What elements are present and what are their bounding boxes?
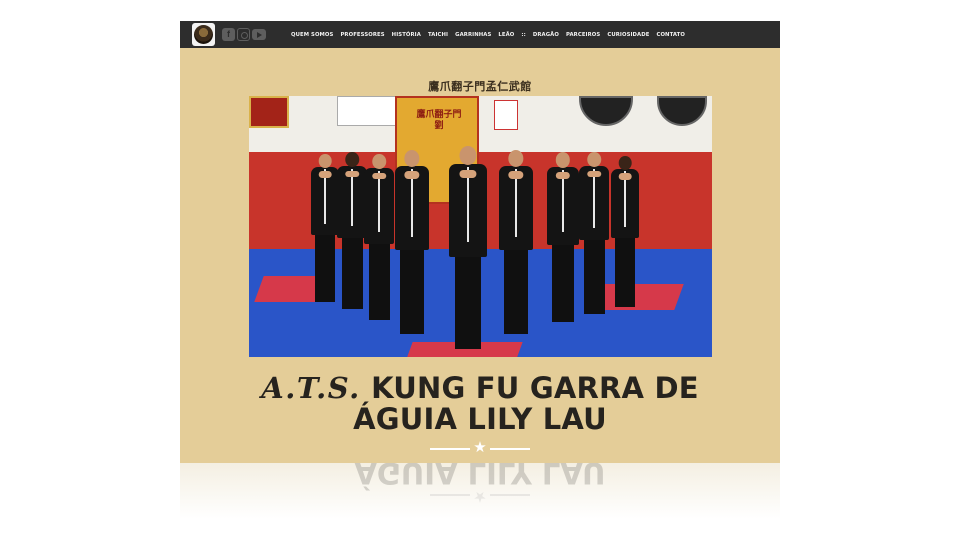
- banner-text: 鷹爪翻子門 劉: [416, 110, 462, 131]
- student-pants: [615, 238, 635, 308]
- top-navigation-bar: f QUEM SOMOS PROFESSORES HISTÓRIA TAICHI…: [180, 21, 780, 48]
- uniform-trim: [378, 170, 380, 232]
- divider-line-left: [430, 448, 470, 450]
- star-icon: ★: [473, 439, 487, 456]
- reflection-content: ★ ÁGUIA LILY LAU: [180, 463, 780, 505]
- student-hands: [618, 173, 632, 180]
- student-hands: [508, 171, 524, 179]
- student-pants: [315, 234, 335, 302]
- reflection-divider-line: [490, 494, 530, 496]
- uniform-trim: [467, 166, 469, 242]
- uniform-trim: [624, 171, 626, 228]
- nav-quem-somos[interactable]: QUEM SOMOS: [291, 32, 333, 38]
- reflection-title: ÁGUIA LILY LAU: [180, 463, 780, 490]
- school-logo[interactable]: [192, 23, 215, 46]
- student-hands: [404, 171, 420, 179]
- student-hands: [318, 171, 332, 178]
- student-pants: [341, 237, 363, 310]
- student-hands: [587, 170, 601, 178]
- student-figure: [395, 150, 429, 350]
- title-line-2: ÁGUIA LILY LAU: [353, 402, 607, 436]
- nav-dragao[interactable]: DRAGÃO: [533, 32, 559, 38]
- student-pants: [551, 244, 575, 322]
- photo-white-wall: [249, 96, 712, 152]
- reflection-star-icon: ★: [473, 488, 487, 505]
- reflection-divider: ★: [180, 488, 780, 505]
- student-head: [555, 152, 571, 168]
- student-figure: [547, 152, 579, 336]
- title-divider: ★: [180, 439, 780, 456]
- nav-professores[interactable]: PROFESSORES: [340, 32, 384, 38]
- student-head: [372, 154, 386, 169]
- student-figure: [449, 146, 487, 357]
- nav-contato[interactable]: CONTATO: [656, 32, 685, 38]
- uniform-trim: [593, 168, 595, 229]
- student-figure: [499, 150, 533, 350]
- student-head: [618, 156, 632, 170]
- reflection-title-line-2: ÁGUIA LILY LAU: [354, 463, 606, 490]
- student-head: [345, 152, 359, 167]
- student-head: [587, 152, 601, 167]
- hero-group-photo: 鷹爪翻子門 劉: [249, 96, 712, 357]
- student-hands: [459, 169, 477, 178]
- student-pants: [454, 256, 482, 350]
- nav-taichi[interactable]: TAICHI: [428, 32, 448, 38]
- uniform-trim: [562, 169, 564, 233]
- photo-red-wall-panel: [249, 96, 289, 128]
- facebook-icon[interactable]: f: [222, 28, 235, 41]
- student-head: [459, 146, 477, 165]
- student-pants: [400, 250, 424, 335]
- page-reflection: ★ ÁGUIA LILY LAU: [180, 463, 780, 519]
- website-frame: f QUEM SOMOS PROFESSORES HISTÓRIA TAICHI…: [180, 21, 780, 463]
- student-head: [318, 154, 332, 168]
- logo-emblem-icon: [194, 25, 213, 44]
- reflection-divider-line: [430, 494, 470, 496]
- student-figure: [579, 152, 609, 328]
- uniform-trim: [324, 169, 326, 224]
- nav-curiosidade[interactable]: CURIOSIDADE: [607, 32, 649, 38]
- uniform-trim: [515, 168, 517, 237]
- student-head: [508, 150, 524, 167]
- student-hands: [345, 170, 359, 178]
- nav-leao[interactable]: LEÃO: [498, 32, 514, 38]
- student-pants: [583, 240, 605, 315]
- page-title: A.T.S. KUNG FU GARRA DE ÁGUIA LILY LAU: [180, 373, 780, 435]
- nav-garrinhas[interactable]: GARRINHAS: [455, 32, 491, 38]
- instagram-icon[interactable]: [237, 28, 250, 41]
- divider-line-right: [490, 448, 530, 450]
- student-hands: [372, 172, 386, 180]
- student-figure: [337, 152, 367, 322]
- photo-wall-sign: [494, 100, 518, 130]
- student-pants: [368, 244, 390, 320]
- main-menu: QUEM SOMOS PROFESSORES HISTÓRIA TAICHI G…: [291, 21, 685, 48]
- student-figure: [364, 154, 394, 334]
- title-line-1: KUNG FU GARRA DE: [371, 371, 699, 405]
- nav-parceiros[interactable]: PARCEIROS: [566, 32, 600, 38]
- student-head: [404, 150, 420, 167]
- chinese-school-name: 鷹爪翻子門孟仁武館: [428, 80, 532, 93]
- title-ats-brush-text: A.T.S.: [261, 371, 361, 405]
- uniform-trim: [411, 168, 413, 237]
- nav-historia[interactable]: HISTÓRIA: [392, 32, 421, 38]
- nav-separator: ::: [521, 31, 526, 38]
- student-figure: [611, 156, 639, 320]
- student-pants: [504, 250, 528, 335]
- youtube-icon[interactable]: [252, 29, 266, 40]
- student-figure: [311, 154, 339, 314]
- photo-wall-sign: [337, 96, 397, 126]
- student-hands: [555, 171, 571, 179]
